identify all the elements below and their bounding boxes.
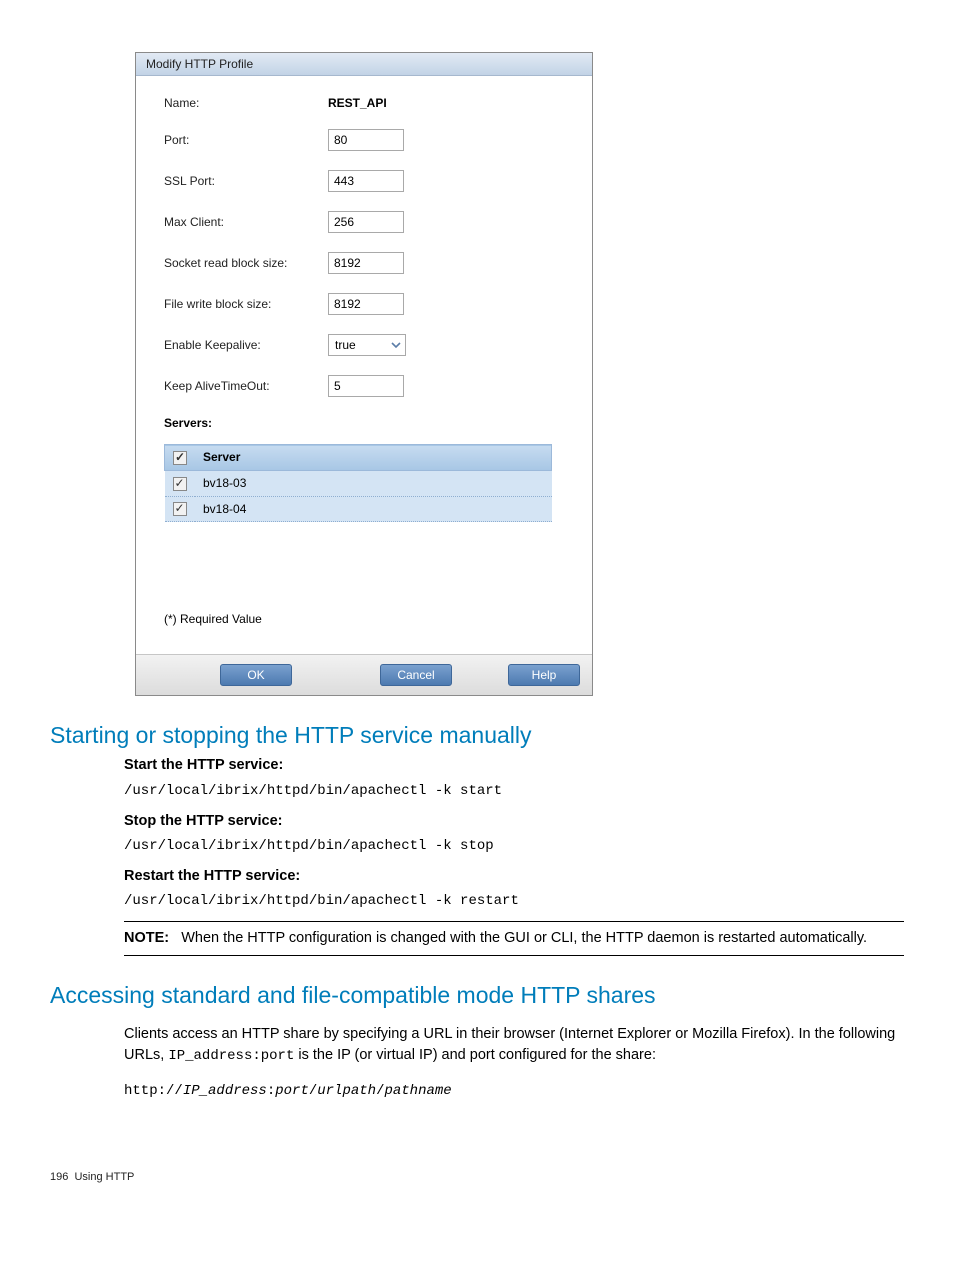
section-heading-accessing: Accessing standard and file-compatible m… [50,982,904,1009]
footer-title: Using HTTP [74,1171,134,1183]
page-number: 196 [50,1171,68,1183]
note-text: When the HTTP configuration is changed w… [181,930,867,946]
divider [124,921,904,922]
table-row[interactable]: bv18-04 [165,496,552,522]
ok-button[interactable]: OK [220,664,292,686]
maxclient-input[interactable] [328,211,404,233]
keepalive-select[interactable]: true [328,334,406,356]
divider [124,955,904,956]
writeblock-label: File write block size: [164,297,328,311]
keepalive-label: Enable Keepalive: [164,338,328,352]
server-name: bv18-04 [195,496,552,522]
restart-service-heading: Restart the HTTP service: [124,866,904,887]
select-all-checkbox[interactable] [173,451,187,465]
name-label: Name: [164,96,328,110]
server-column-header: Server [195,445,552,471]
readblock-input[interactable] [328,252,404,274]
server-checkbox[interactable] [173,502,187,516]
keepalive-value: true [329,338,387,352]
chevron-down-icon [387,340,405,350]
name-value: REST_API [328,96,387,110]
dialog-title: Modify HTTP Profile [136,53,592,76]
access-paragraph: Clients access an HTTP share by specifyi… [124,1024,904,1066]
stop-service-heading: Stop the HTTP service: [124,811,904,832]
restart-command: /usr/local/ibrix/httpd/bin/apachectl -k … [124,891,904,911]
start-service-heading: Start the HTTP service: [124,755,904,776]
server-checkbox[interactable] [173,477,187,491]
section-heading-start-stop: Starting or stopping the HTTP service ma… [50,722,904,749]
sslport-input[interactable] [328,170,404,192]
cancel-button[interactable]: Cancel [380,664,452,686]
writeblock-input[interactable] [328,293,404,315]
timeout-label: Keep AliveTimeOut: [164,379,328,393]
server-name: bv18-03 [195,470,552,496]
note-block: NOTE: When the HTTP configuration is cha… [124,928,904,949]
help-button[interactable]: Help [508,664,580,686]
servers-heading: Servers: [164,416,564,430]
stop-command: /usr/local/ibrix/httpd/bin/apachectl -k … [124,836,904,856]
note-label: NOTE: [124,930,169,946]
readblock-label: Socket read block size: [164,256,328,270]
inline-code: IP_address:port [168,1048,294,1064]
maxclient-label: Max Client: [164,215,328,229]
servers-table: Server bv18-03 bv18-04 [164,444,552,522]
table-row[interactable]: bv18-03 [165,470,552,496]
url-pattern: http://IP_address:port/urlpath/pathname [124,1081,904,1101]
sslport-label: SSL Port: [164,174,328,188]
port-label: Port: [164,133,328,147]
modify-http-profile-dialog: Modify HTTP Profile Name: REST_API Port:… [135,52,593,696]
timeout-input[interactable] [328,375,404,397]
required-note: (*) Required Value [164,612,564,626]
start-command: /usr/local/ibrix/httpd/bin/apachectl -k … [124,781,904,801]
page-footer: 196 Using HTTP [50,1171,904,1183]
port-input[interactable] [328,129,404,151]
